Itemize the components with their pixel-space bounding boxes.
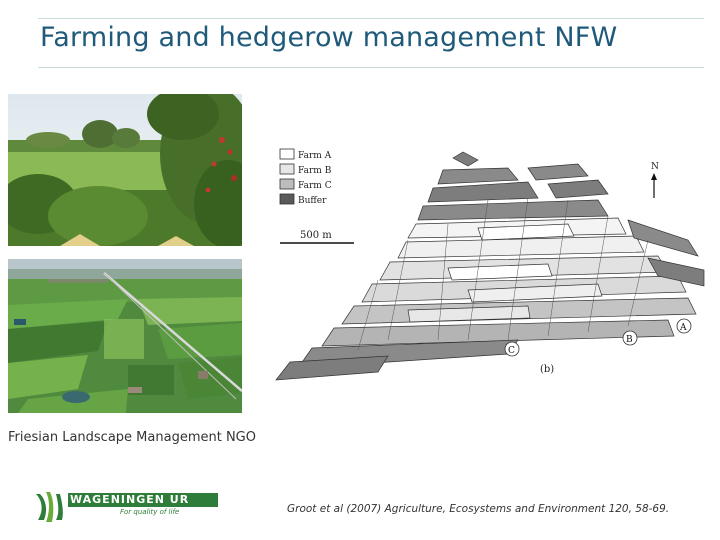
photo-caption: Friesian Landscape Management NGO <box>8 430 256 445</box>
north-arrow-icon <box>651 173 657 198</box>
top-rule <box>38 18 704 19</box>
logo-wordmark: WAGENINGEN UR <box>68 493 218 507</box>
logo-tagline: For quality of life <box>120 508 180 516</box>
legend-swatch-farm-c <box>279 178 295 190</box>
farm-marker-b: B <box>622 330 638 346</box>
farm-marker-c: C <box>504 341 520 357</box>
panel-label: (b) <box>540 364 554 375</box>
parcel-strips <box>275 151 705 381</box>
scale-bar-label: 500 m <box>300 230 332 241</box>
wageningen-ur-logo: WAGENINGEN UR For quality of life <box>32 490 222 524</box>
citation: Groot et al (2007) Agriculture, Ecosyste… <box>287 503 670 515</box>
map-legend: Farm A Farm B Farm C Buffer <box>279 148 332 206</box>
legend-label-buffer: Buffer <box>298 196 327 206</box>
svg-text:C: C <box>508 346 515 356</box>
svg-text:B: B <box>626 335 633 345</box>
legend-label-farm-a: Farm A <box>298 151 332 161</box>
farm-marker-a: A <box>676 318 692 334</box>
slide-title: Farming and hedgerow management NFW <box>40 22 618 53</box>
farm-parcel-map: Farm A Farm B Farm C Buffer 500 m N A B … <box>268 140 708 389</box>
legend-swatch-farm-b <box>279 163 295 175</box>
title-underline <box>38 67 704 68</box>
svg-text:A: A <box>679 323 687 333</box>
wageningen-logo-mark-icon <box>36 492 63 522</box>
legend-label-farm-b: Farm B <box>298 166 332 176</box>
legend-label-farm-c: Farm C <box>298 181 332 191</box>
aerial-landscape-photo <box>8 259 242 413</box>
north-label: N <box>651 162 659 172</box>
hedgerow-photo <box>8 94 242 246</box>
legend-swatch-buffer <box>279 193 295 205</box>
legend-swatch-farm-a <box>279 148 295 160</box>
